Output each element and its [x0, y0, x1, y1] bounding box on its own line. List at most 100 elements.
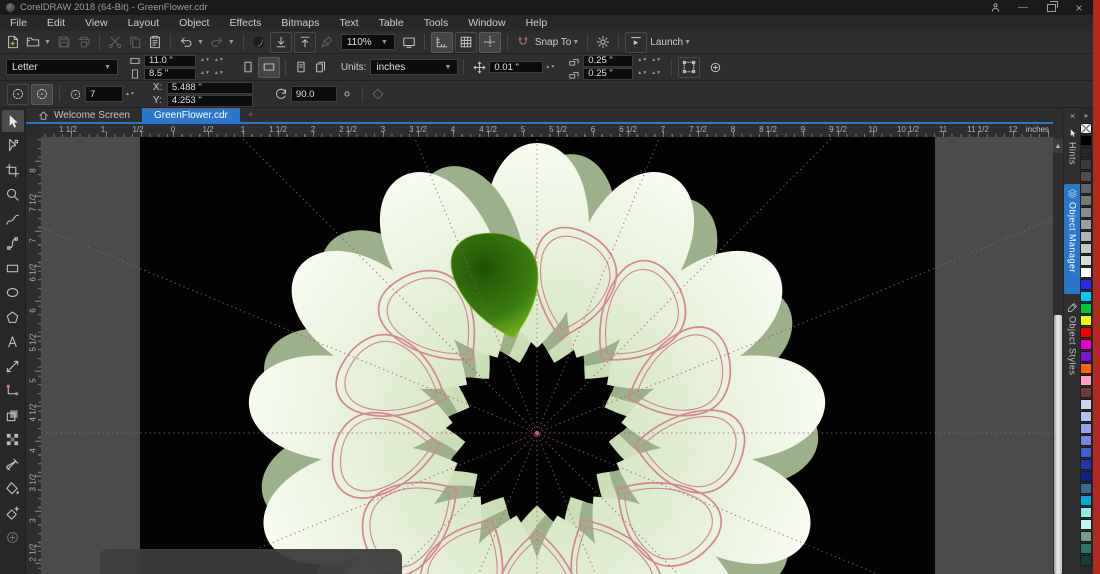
connector-tool[interactable]	[2, 380, 24, 402]
color-swatch[interactable]	[1080, 495, 1092, 506]
new-tab-button[interactable]: +	[240, 108, 262, 122]
color-swatch[interactable]	[1080, 435, 1092, 446]
color-swatch[interactable]	[1080, 171, 1092, 182]
scroll-up-icon[interactable]: ▲	[1053, 139, 1063, 153]
no-color-swatch[interactable]	[1080, 123, 1092, 134]
quick-customize[interactable]	[2, 527, 24, 549]
apply-to-duplicate-button[interactable]	[368, 85, 388, 104]
color-swatch[interactable]	[1080, 327, 1092, 338]
landscape-button[interactable]	[258, 57, 280, 78]
menu-file[interactable]: File	[0, 17, 37, 29]
undo-dropdown-icon[interactable]: ▼	[197, 39, 204, 46]
redo-dropdown-icon[interactable]: ▼	[228, 39, 235, 46]
copies-field[interactable]: 7	[85, 86, 123, 102]
duplicate-x-stepper[interactable]: ▲▼	[637, 58, 647, 63]
color-swatch[interactable]	[1080, 135, 1092, 146]
color-swatch[interactable]	[1080, 471, 1092, 482]
rotate-copies-a-button[interactable]	[7, 84, 29, 105]
menu-edit[interactable]: Edit	[37, 17, 75, 29]
menu-view[interactable]: View	[75, 17, 118, 29]
menu-table[interactable]: Table	[369, 17, 414, 29]
transparency-tool[interactable]	[2, 429, 24, 451]
color-swatch[interactable]	[1080, 243, 1092, 254]
treat-as-filled-button[interactable]	[678, 57, 700, 78]
color-swatch[interactable]	[1080, 315, 1092, 326]
open-dropdown-icon[interactable]: ▼	[44, 39, 51, 46]
restore-button[interactable]	[1044, 1, 1058, 14]
page-size-select[interactable]: Letter▼	[6, 59, 118, 75]
minimize-button[interactable]: —	[1016, 1, 1030, 14]
vertical-ruler[interactable]: 87 1/276 1/265 1/254 1/243 1/232 1/2	[26, 137, 42, 574]
color-swatch[interactable]	[1080, 363, 1092, 374]
color-swatch[interactable]	[1080, 375, 1092, 386]
drawing-canvas[interactable]	[41, 137, 1053, 574]
color-swatch[interactable]	[1080, 291, 1092, 302]
scrollbar-thumb[interactable]	[1054, 315, 1062, 574]
page-height-field[interactable]: 8.5 "	[144, 68, 196, 80]
drop-shadow-tool[interactable]	[2, 404, 24, 426]
text-tool[interactable]	[2, 331, 24, 353]
palette-scroll-icon[interactable]: ▸	[1080, 110, 1093, 120]
rotation-center-marker[interactable]	[535, 431, 539, 435]
duplicate-x-field[interactable]: 0.25 "	[583, 55, 633, 67]
flower-drawing[interactable]	[41, 137, 1053, 574]
show-grid-button[interactable]	[455, 32, 477, 53]
color-swatch[interactable]	[1080, 555, 1092, 566]
polygon-tool[interactable]	[2, 306, 24, 328]
color-swatch[interactable]	[1080, 159, 1092, 170]
color-swatch[interactable]	[1080, 219, 1092, 230]
nudge-field[interactable]: 0.01 "	[489, 61, 543, 73]
menu-text[interactable]: Text	[329, 17, 368, 29]
menu-tools[interactable]: Tools	[414, 17, 459, 29]
color-swatch[interactable]	[1080, 447, 1092, 458]
show-rulers-button[interactable]	[431, 32, 453, 53]
tab-welcome-screen[interactable]: Welcome Screen	[26, 108, 142, 122]
rotate-copies-b-button[interactable]	[31, 84, 53, 105]
menu-layout[interactable]: Layout	[118, 17, 170, 29]
color-swatch[interactable]	[1080, 543, 1092, 554]
snap-to-label[interactable]: Snap To	[535, 37, 572, 48]
zoom-level-select[interactable]: 110%▼	[341, 34, 395, 50]
color-swatch[interactable]	[1080, 267, 1092, 278]
relative-center-button[interactable]	[337, 85, 357, 104]
ellipse-tool[interactable]	[2, 282, 24, 304]
tab-greenflower[interactable]: GreenFlower.cdr	[142, 108, 240, 122]
color-swatch[interactable]	[1080, 183, 1092, 194]
color-swatch[interactable]	[1080, 303, 1092, 314]
current-page-button[interactable]	[291, 58, 311, 77]
portrait-button[interactable]	[238, 58, 258, 77]
ruler-origin-box[interactable]	[26, 124, 42, 137]
smart-fill-tool[interactable]	[2, 502, 24, 524]
docker-tab-object-manager[interactable]: Object Manager	[1064, 184, 1081, 294]
new-document-button[interactable]	[3, 33, 23, 52]
import-button[interactable]	[270, 32, 292, 53]
copies-stepper[interactable]: ▲▼	[125, 92, 135, 97]
y-field[interactable]: 4.253 "	[167, 95, 253, 107]
all-pages-button[interactable]	[311, 58, 331, 77]
open-button[interactable]	[23, 33, 43, 52]
duplicate-y-field[interactable]: 0.25 "	[583, 68, 633, 80]
color-swatch[interactable]	[1080, 507, 1092, 518]
color-swatch[interactable]	[1080, 279, 1092, 290]
vertical-scrollbar[interactable]: ▲	[1053, 137, 1063, 574]
units-select[interactable]: inches▼	[370, 59, 458, 75]
paste-button[interactable]	[145, 33, 165, 52]
color-swatch[interactable]	[1080, 351, 1092, 362]
zoom-tool[interactable]	[2, 184, 24, 206]
export-button[interactable]	[294, 32, 316, 53]
crop-tool[interactable]	[2, 159, 24, 181]
color-swatch[interactable]	[1080, 255, 1092, 266]
page-height-stepper2[interactable]: ▲▼	[214, 71, 224, 76]
pick-tool[interactable]	[2, 110, 24, 132]
duplicate-x-stepper2[interactable]: ▲▼	[651, 58, 661, 63]
menu-window[interactable]: Window	[458, 17, 515, 29]
duplicate-y-stepper[interactable]: ▲▼	[637, 71, 647, 76]
color-swatch[interactable]	[1080, 231, 1092, 242]
undo-button[interactable]	[176, 33, 196, 52]
color-swatch[interactable]	[1080, 147, 1092, 158]
color-swatch[interactable]	[1080, 207, 1092, 218]
quick-customize-icon[interactable]	[709, 61, 722, 74]
menu-help[interactable]: Help	[516, 17, 558, 29]
docker-tab-hints[interactable]: Hints	[1064, 124, 1081, 180]
rectangle-tool[interactable]	[2, 257, 24, 279]
